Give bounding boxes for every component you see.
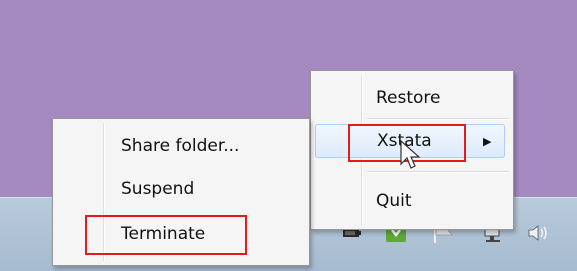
annotation-box-terminate (85, 215, 247, 255)
speaker-icon[interactable] (525, 222, 555, 244)
menu-item-label: Quit (376, 191, 412, 211)
menu-separator (367, 171, 509, 173)
menu-item-label: Restore (376, 88, 441, 108)
menu-item-restore[interactable]: Restore (314, 83, 510, 113)
submenu-arrow-icon: ▶ (483, 134, 492, 148)
menu-item-quit[interactable]: Quit (314, 186, 510, 216)
menu-item-suspend[interactable]: Suspend (56, 174, 306, 204)
menu-item-label: Share folder... (121, 136, 240, 156)
menu-item-share-folder[interactable]: Share folder... (56, 131, 306, 161)
mouse-pointer-icon (400, 139, 422, 176)
menu-item-label: Suspend (121, 179, 195, 199)
menu-separator (367, 118, 509, 120)
